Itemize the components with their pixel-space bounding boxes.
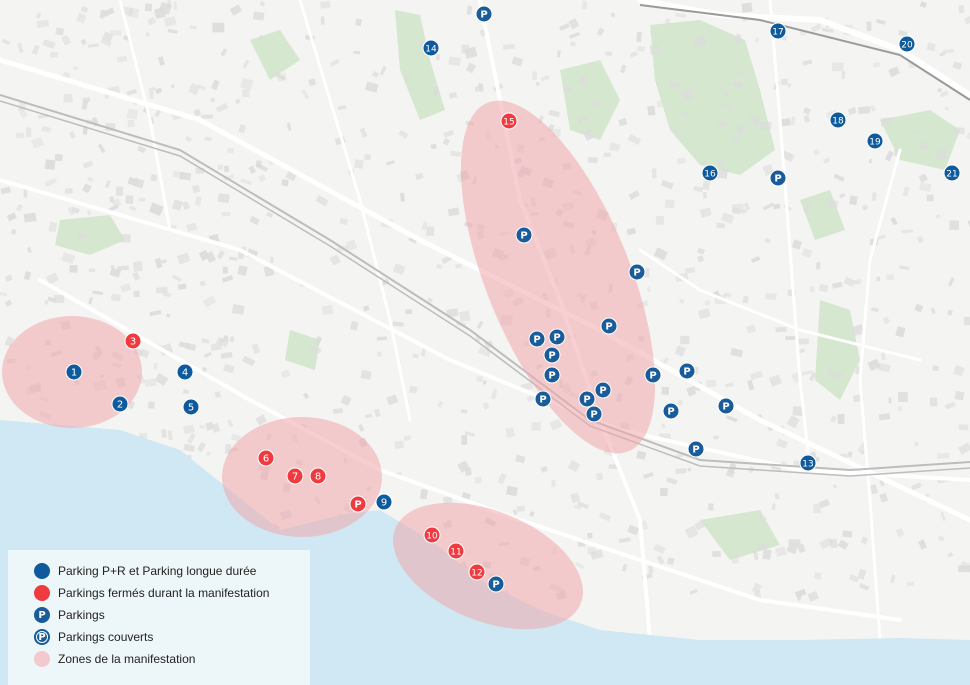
marker-number: 19 [869, 138, 881, 148]
parking-marker[interactable]: P [528, 330, 546, 348]
legend-label: Parkings fermés durant la manifestation [58, 586, 270, 600]
marker-number: 3 [130, 337, 136, 348]
parking-marker[interactable]: P [543, 346, 561, 364]
parking-marker-17[interactable]: 17 [769, 22, 787, 40]
parking-marker-label: P [583, 395, 590, 406]
parking-marker[interactable]: P [515, 226, 533, 244]
parking-marker-7[interactable]: 7 [286, 467, 304, 485]
parking-marker-label: P [533, 335, 540, 346]
parking-marker[interactable]: P [534, 390, 552, 408]
parking-marker-10[interactable]: 10 [423, 526, 441, 544]
parking-marker-label: P [649, 371, 656, 382]
legend-item-closed: Parkings fermés durant la manifestation [34, 582, 310, 604]
parking-marker-20[interactable]: 20 [898, 35, 916, 53]
parking-marker-8[interactable]: 8 [309, 467, 327, 485]
marker-number: 10 [426, 532, 438, 542]
parking-marker-15[interactable]: 15 [500, 112, 518, 130]
parking-marker-label: P [480, 10, 487, 21]
parking-marker-label: P [633, 268, 640, 279]
parking-marker[interactable]: P [475, 5, 493, 23]
parking-marker-label: P [590, 410, 597, 421]
parking-marker-13[interactable]: 13 [799, 454, 817, 472]
legend-item-zone: Zones de la manifestation [34, 648, 310, 670]
parking-marker-12[interactable]: 12 [468, 563, 486, 581]
covered-parking-icon: P [34, 629, 50, 645]
marker-number: 5 [188, 403, 194, 414]
parking-marker-label: P [774, 174, 781, 185]
parking-marker-3[interactable]: 3 [124, 332, 142, 350]
marker-number: 1 [71, 368, 77, 379]
parking-marker[interactable]: P [600, 317, 618, 335]
parking-marker-label: P [539, 395, 546, 406]
marker-number: 18 [832, 117, 844, 127]
marker-number: 7 [292, 472, 298, 483]
parking-marker[interactable]: P [717, 397, 735, 415]
parking-marker[interactable]: P [585, 405, 603, 423]
parking-marker[interactable]: P [487, 575, 505, 593]
parking-marker[interactable]: P [543, 366, 561, 384]
legend-label: Parkings [58, 608, 105, 622]
parking-marker[interactable]: P [687, 440, 705, 458]
legend-item-parking: P Parkings [34, 604, 310, 626]
parking-marker-21[interactable]: 21 [943, 164, 961, 182]
legend: Parking P+R et Parking longue durée Park… [8, 550, 310, 685]
parking-marker-label: P [492, 580, 499, 591]
parking-marker[interactable]: P [594, 381, 612, 399]
parking-marker-1[interactable]: 1 [65, 363, 83, 381]
parking-marker-2[interactable]: 2 [111, 395, 129, 413]
marker-number: 15 [503, 118, 514, 128]
parking-marker-label: P [548, 351, 555, 362]
marker-number: 12 [471, 569, 482, 579]
parking-marker[interactable]: P [769, 169, 787, 187]
marker-number: 20 [901, 41, 913, 51]
zone-swatch-icon [34, 651, 50, 667]
pr-dot-icon [34, 563, 50, 579]
legend-label: Parking P+R et Parking longue durée [58, 564, 257, 578]
parking-marker[interactable]: P [662, 402, 680, 420]
parking-marker-6[interactable]: 6 [257, 449, 275, 467]
marker-number: 8 [315, 472, 321, 483]
parking-icon: P [34, 607, 50, 623]
parking-marker-4[interactable]: 4 [176, 363, 194, 381]
parking-marker-5[interactable]: 5 [182, 398, 200, 416]
parking-marker-label: P [722, 402, 729, 413]
marker-number: 14 [425, 45, 437, 55]
parking-marker-label: P [667, 407, 674, 418]
parking-marker-label: P [605, 322, 612, 333]
legend-label: Zones de la manifestation [58, 652, 196, 666]
parking-marker-11[interactable]: 11 [447, 542, 465, 560]
parking-marker-label: P [692, 445, 699, 456]
legend-item-pr: Parking P+R et Parking longue durée [34, 560, 310, 582]
marker-number: 2 [117, 400, 123, 411]
marker-number: 21 [946, 170, 957, 180]
parking-marker[interactable]: P [548, 328, 566, 346]
parking-marker-label: P [520, 231, 527, 242]
parking-marker-18[interactable]: 18 [829, 111, 847, 129]
marker-number: 9 [381, 498, 387, 509]
marker-number: 4 [182, 368, 188, 379]
marker-number: 13 [802, 460, 813, 470]
parking-marker[interactable]: P [678, 362, 696, 380]
parking-marker-label: P [599, 386, 606, 397]
closed-dot-icon [34, 585, 50, 601]
parking-marker-16[interactable]: 16 [701, 164, 719, 182]
marker-number: 6 [263, 454, 269, 465]
parking-marker-label: P [683, 367, 690, 378]
parking-marker-label: P [548, 371, 555, 382]
parking-marker[interactable]: P [349, 495, 367, 513]
marker-number: 17 [772, 28, 783, 38]
legend-label: Parkings couverts [58, 630, 154, 644]
parking-marker[interactable]: P [578, 390, 596, 408]
map-view[interactable]: P P P P P P P P P P P P P P P P P P P P 1 2 3 4 5 6 7 8 9 10 11 12 13 14 1… [0, 0, 970, 685]
parking-marker-19[interactable]: 19 [866, 132, 884, 150]
parking-marker-label: P [553, 333, 560, 344]
parking-marker-14[interactable]: 14 [422, 39, 440, 57]
marker-number: 16 [704, 170, 716, 180]
marker-number: 11 [450, 548, 461, 558]
parking-marker-9[interactable]: 9 [375, 493, 393, 511]
parking-marker[interactable]: P [644, 366, 662, 384]
parking-marker-label: P [354, 500, 361, 511]
parking-marker[interactable]: P [628, 263, 646, 281]
legend-item-parking-covered: P Parkings couverts [34, 626, 310, 648]
